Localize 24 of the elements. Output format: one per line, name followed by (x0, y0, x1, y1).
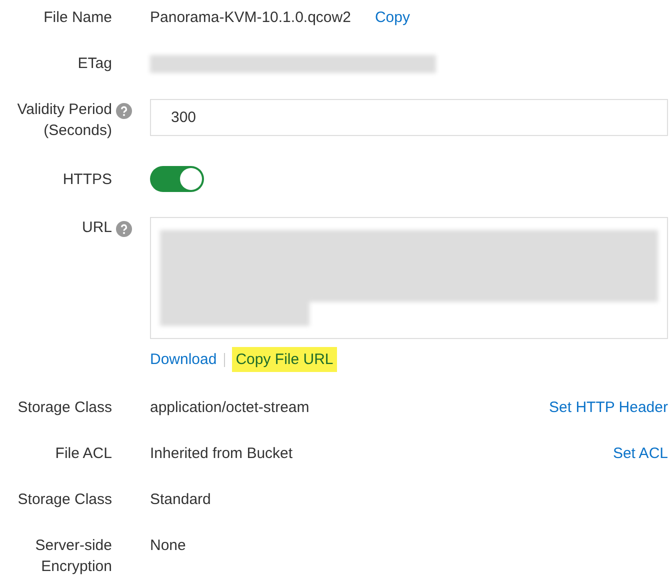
field-label: File ACL (55, 444, 112, 464)
field-value: Panorama-KVM-10.1.0.qcow2 (150, 8, 351, 28)
action-link[interactable]: Download (150, 349, 217, 370)
field-label: URL (82, 218, 112, 238)
field-value: Standard (150, 490, 211, 510)
help-icon[interactable] (116, 103, 132, 120)
field-value: application/octet-stream (150, 398, 310, 418)
toggle-switch[interactable] (150, 166, 204, 192)
header-link[interactable]: Set ACL (612, 443, 668, 464)
number-field[interactable]: 300 (150, 99, 668, 136)
help-icon[interactable] (116, 221, 132, 238)
field-label: File Name (44, 8, 112, 28)
copy-link[interactable]: Copy (374, 7, 410, 28)
field-value: Inherited from Bucket (150, 444, 293, 464)
field-value: None (150, 536, 186, 556)
field-label: Server-side Encryption (34, 536, 112, 577)
field-label: Storage Class (18, 398, 112, 418)
field-label: ETag (78, 54, 112, 74)
field-label: Validity Period (Seconds) (16, 100, 112, 141)
field-label: Storage Class (18, 490, 112, 510)
field-label: HTTPS (62, 170, 112, 190)
header-link[interactable]: Set HTTP Header (549, 397, 668, 418)
action-link[interactable]: Copy File URL (232, 347, 338, 372)
url-field[interactable] (150, 217, 668, 339)
